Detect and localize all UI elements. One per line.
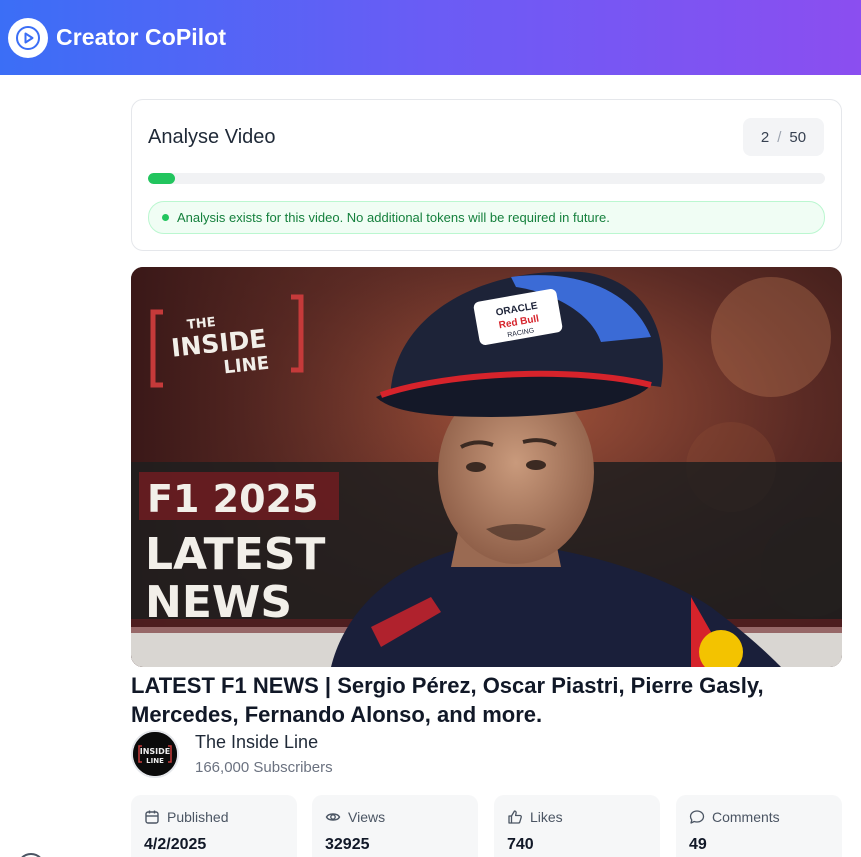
calendar-icon (145, 810, 159, 824)
stat-label-likes: Likes (530, 809, 563, 825)
token-progress-fill (148, 173, 176, 184)
video-thumbnail[interactable]: ORACLE Red Bull RACING THE INSIDE LINE F… (131, 267, 842, 667)
stat-value-comments: 49 (689, 836, 707, 853)
tokens-limit: 50 (789, 128, 807, 146)
comment-icon (689, 810, 705, 824)
status-dot-icon (162, 214, 169, 221)
eye-icon (325, 813, 341, 821)
analysis-notice-text: Analysis exists for this video. No addit… (177, 210, 610, 225)
channel-avatar[interactable]: INSIDE LINE (131, 730, 179, 778)
stat-card-likes: Likes 740 (494, 795, 660, 857)
stat-value-likes: 740 (507, 836, 534, 853)
stat-card-published: Published 4/2/2025 (131, 795, 297, 857)
analysis-notice: Analysis exists for this video. No addit… (148, 201, 825, 234)
stat-card-comments: Comments 49 (676, 795, 842, 857)
app-header: Creator CoPilot (0, 0, 861, 75)
stat-card-views: Views 32925 (312, 795, 478, 857)
token-progress-bar (148, 173, 825, 184)
channel-subscribers: 166,000 Subscribers (195, 759, 333, 776)
thumbnail-year-text: F1 2025 (147, 477, 318, 521)
analyse-video-card: Analyse Video 2 / 50 Analysis exists for… (131, 99, 842, 251)
app-title[interactable]: Creator CoPilot (56, 24, 226, 51)
analyse-title: Analyse Video (148, 126, 276, 148)
token-counter: 2 / 50 (743, 118, 824, 156)
thumbnail-headline-line2: NEWS (145, 577, 292, 628)
thumbnail-headline-line1: LATEST (145, 529, 325, 580)
stat-label-views: Views (348, 809, 386, 825)
tokens-used: 2 (760, 128, 770, 146)
stat-value-published: 4/2/2025 (144, 836, 207, 853)
stat-value-views: 32925 (325, 836, 370, 853)
floating-action-icon[interactable] (17, 853, 45, 857)
video-title: LATEST F1 NEWS | Sergio Pérez, Oscar Pia… (131, 673, 764, 727)
stat-label-published: Published (167, 809, 229, 825)
channel-name[interactable]: The Inside Line (195, 732, 318, 753)
thumbs-up-icon (508, 810, 522, 824)
avatar-text-line2: LINE (146, 757, 164, 765)
play-circle-icon[interactable] (8, 17, 48, 58)
counter-separator: / (777, 128, 782, 146)
avatar-text-line1: INSIDE (140, 747, 171, 756)
stat-label-comments: Comments (712, 809, 780, 825)
